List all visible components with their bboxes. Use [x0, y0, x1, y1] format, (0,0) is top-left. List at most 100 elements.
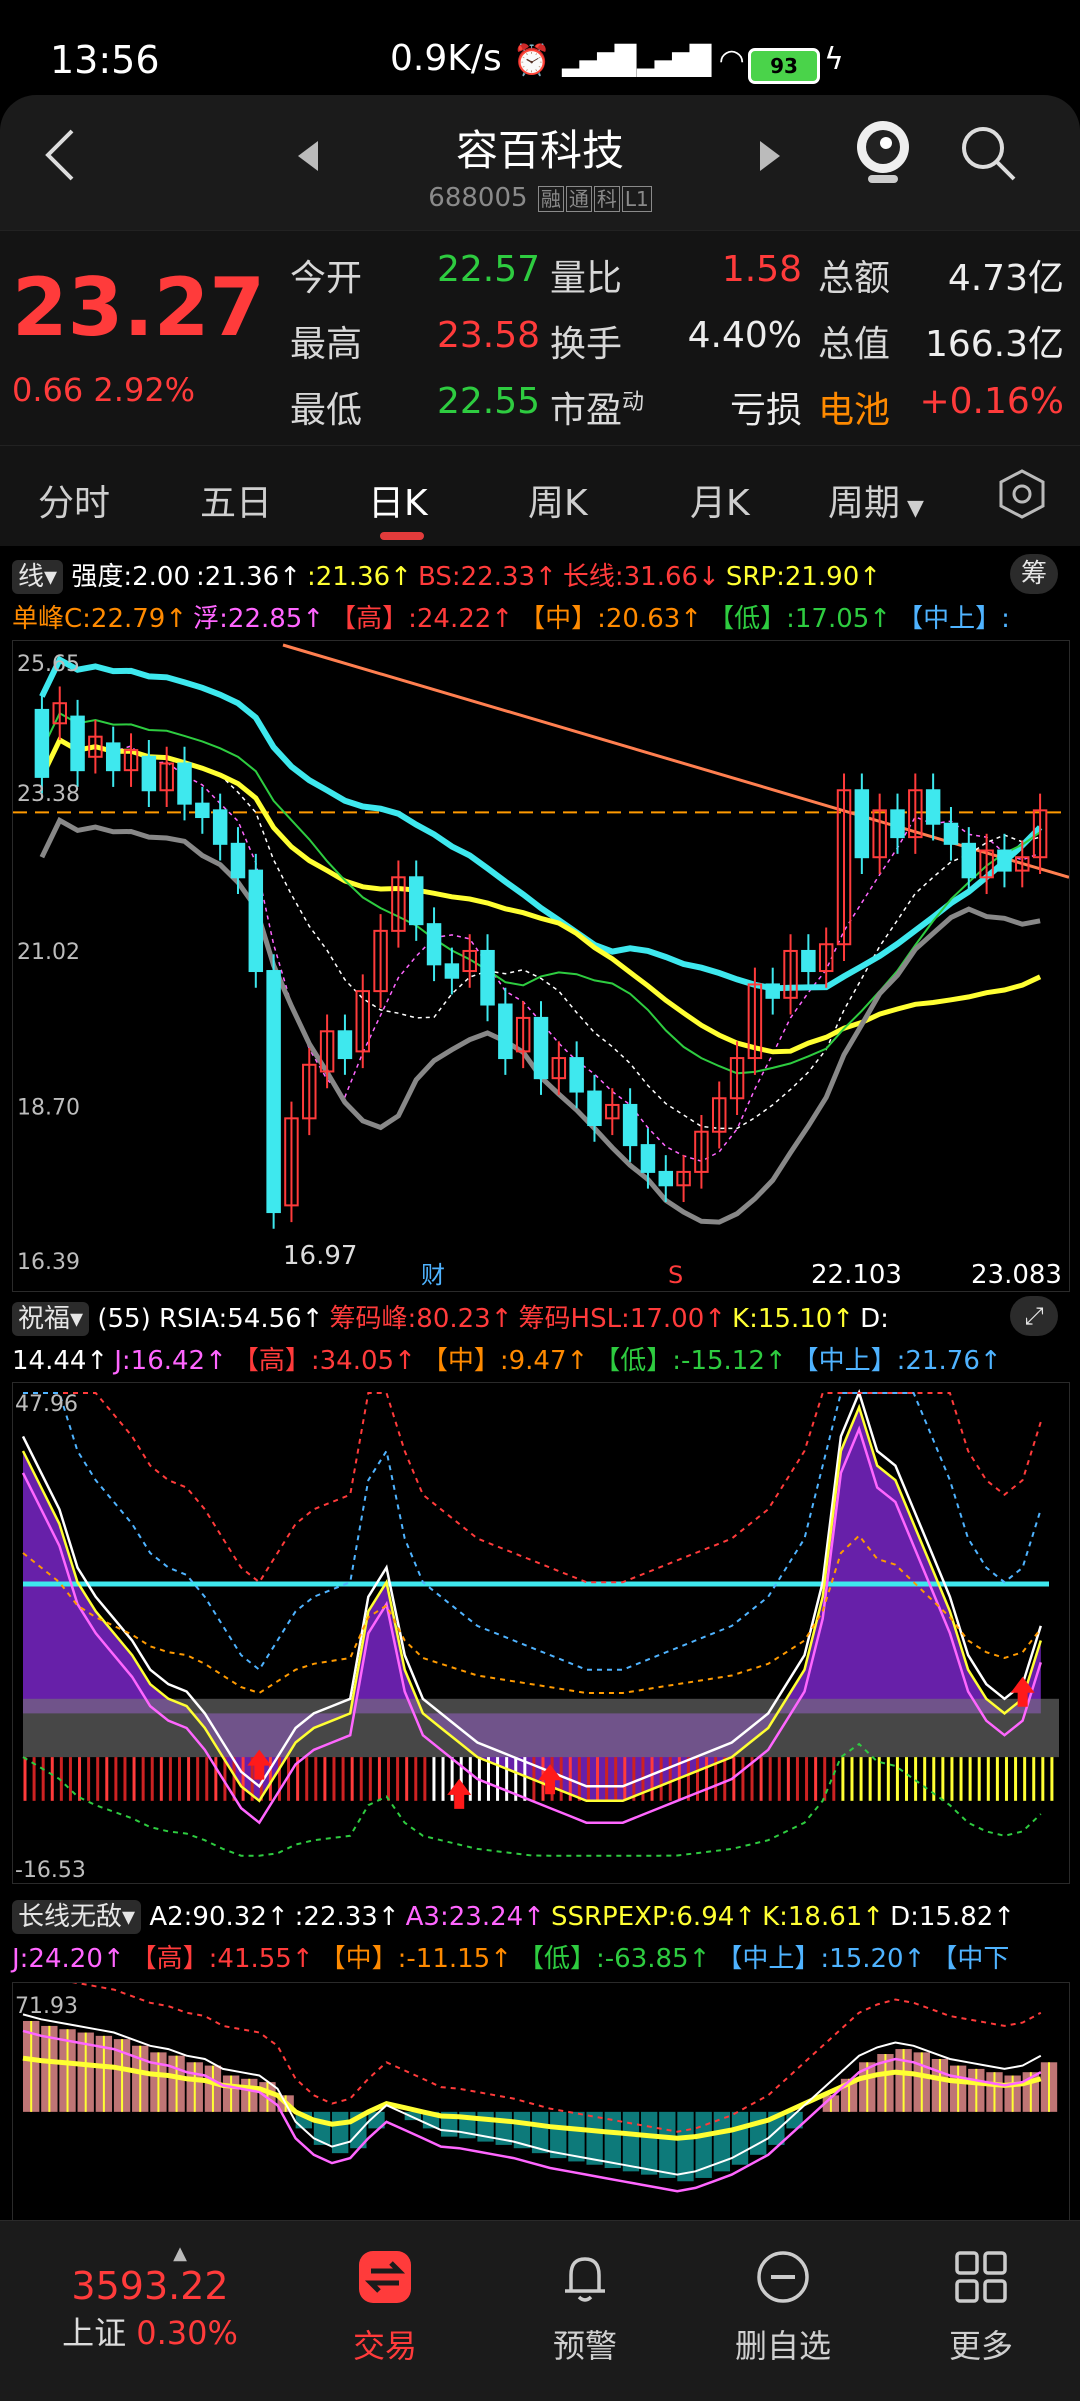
y-axis-label: -16.53 — [15, 1858, 86, 1883]
mascot-button[interactable] — [850, 113, 916, 191]
change-percent: 2.92% — [93, 371, 196, 409]
indicator-values-3a: A2:90.32↑:22.33↑ A3:23.24↑ SSRPEXP:6.94↑ K:… — [149, 1902, 1021, 1932]
tab-five-day[interactable]: 五日 — [200, 474, 272, 526]
histogram-bar — [640, 2111, 658, 2175]
tag-level1: L1 — [621, 186, 652, 212]
quote-value: +0.16% — [919, 381, 1064, 422]
tab-monthly-k[interactable]: 月K — [690, 474, 750, 526]
histogram-bar — [677, 2111, 694, 2182]
y-axis-label: 71.93 — [15, 1994, 78, 2019]
nav-remove-watchlist[interactable]: 删自选 — [708, 2249, 858, 2367]
bottom-navigation: ▲ 3593.22 上证 0.30% 交易 预警 删自选 更多 — [0, 2220, 1080, 2401]
chip-band — [23, 1698, 1059, 1758]
indicator-value: BS:22.33↑ — [417, 562, 557, 592]
oscillator-chart-2[interactable]: 71.93 — [12, 1970, 1070, 2222]
caret-up-icon: ▲ — [173, 2243, 187, 2264]
indicator-selector-3[interactable]: 长线无敌▾ — [12, 1900, 142, 1934]
chip-button[interactable]: 筹 — [1010, 554, 1058, 594]
y-axis-label: 23.38 — [17, 782, 80, 807]
candle-body — [658, 1170, 674, 1187]
candle-body — [444, 963, 460, 979]
indicator-selector-3-label: 长线无敌 — [18, 1902, 123, 1932]
last-price: 23.27 — [12, 261, 266, 354]
indicator-value: 【中】:-11.15↑ — [319, 1944, 513, 1974]
indicator-value: 筹码HSL:17.00↑ — [518, 1304, 727, 1334]
indicator-line-3a: 长线无敌▾ A2:90.32↑:22.33↑ A3:23.24↑ SSRPEXP:6… — [12, 1896, 1021, 1934]
indicator-selector-1-label: 线 — [18, 562, 45, 592]
quote-label: 电池 — [818, 390, 891, 431]
network-speed: 0.9K/s ⏰ ▂▄▆█ ▂▄▆█ ◠ — [390, 38, 745, 79]
settings-button[interactable] — [996, 468, 1048, 524]
mascot-icon — [857, 121, 909, 183]
next-stock-button[interactable] — [758, 139, 782, 177]
indicator-selector-1[interactable]: 线▾ — [12, 560, 64, 594]
bottom-value-left: 22.103 — [811, 1260, 902, 1290]
candle-body — [765, 983, 780, 999]
y-axis-label: 16.39 — [17, 1250, 80, 1275]
index-name: 上证 — [62, 2314, 127, 2352]
candle-body — [943, 822, 959, 845]
candle-body — [622, 1103, 638, 1147]
nav-alert[interactable]: 预警 — [510, 2249, 660, 2367]
index-row: 上证 0.30% — [40, 2308, 260, 2354]
quote-value: 4.73亿 — [947, 258, 1064, 299]
status-bar: 13:56 0.9K/s ⏰ ▂▄▆█ ▂▄▆█ ◠ 93 ϟ — [0, 0, 1080, 110]
nav-trade[interactable]: 交易 — [310, 2249, 460, 2367]
oscillator-chart-1[interactable]: 47.96 -16.53 — [12, 1382, 1070, 1884]
candle-body — [925, 789, 941, 825]
candle-body — [498, 1003, 513, 1060]
kline-chart[interactable]: 25.65 23.38 21.02 18.70 16.39 16.97 财 S 22.103 23… — [12, 640, 1070, 1292]
alarm-icon: ⏰ — [513, 43, 551, 78]
bell-icon — [565, 2257, 605, 2302]
indicator-value: 筹码峰:80.23↑ — [329, 1304, 513, 1334]
price-change: 0.66 2.92% — [12, 371, 195, 409]
histogram-bar — [568, 2111, 585, 2162]
candle-body — [997, 849, 1012, 872]
indicator-values-1a: 强度:2.00:21.36↑:21.36↑ BS:22.33↑ 长线:31.66↓ S… — [71, 562, 887, 592]
y-axis-label: 18.70 — [17, 1095, 80, 1120]
tab-period-dropdown[interactable]: 周期 ▼ — [828, 474, 924, 526]
remove-watchlist-icon — [757, 2251, 809, 2303]
indicator-line-3b: J:24.20↑ 【高】:41.55↑ 【中】:-11.15↑ 【低】:-63.85↑… — [12, 1938, 1015, 1975]
indicator-value: :21.36↑ — [306, 562, 412, 592]
candle-body — [248, 869, 264, 973]
stock-name: 容百科技 — [455, 126, 624, 175]
indicator-value: 【中上】: — [897, 604, 1010, 634]
indicator-value: 【低】:-15.12↑ — [594, 1346, 787, 1376]
indicator-selector-2[interactable]: 祝福▾ — [12, 1302, 90, 1336]
quote-value: 23.58 — [436, 315, 540, 356]
quote-label: 今开 — [290, 258, 363, 299]
tab-intraday[interactable]: 分时 — [38, 474, 110, 526]
market-index-widget[interactable]: ▲ 3593.22 上证 0.30% — [40, 2243, 260, 2354]
change-value: 0.66 — [12, 371, 84, 409]
nav-more[interactable]: 更多 — [906, 2249, 1056, 2367]
network-speed-text: 0.9K/s — [390, 38, 502, 79]
indicator-value: 【中】:9.47↑ — [421, 1346, 589, 1376]
candle-body — [640, 1144, 656, 1173]
indicator-header-2: 祝福▾ (55) RSIA:54.56↑ 筹码峰:80.23↑ 筹码HSL:17.0… — [0, 1292, 1080, 1380]
candle-body — [34, 708, 50, 778]
indicator-values-3b: J:24.20↑ 【高】:41.55↑ 【中】:-11.15↑ 【低】:-63.85↑… — [12, 1944, 1015, 1974]
indicator-value: 【低】:17.05↑ — [708, 604, 892, 634]
indicator-value: 单峰C:22.79↑ — [12, 604, 188, 634]
search-button[interactable] — [958, 123, 1018, 187]
index-value: 3593.22 — [71, 2264, 229, 2308]
indicator-value: 强度:2.00 — [71, 562, 190, 592]
nav-alert-label: 预警 — [552, 2327, 617, 2365]
indicator-value: K:15.10↑ — [732, 1304, 855, 1334]
expand-button[interactable]: ⤢ — [1010, 1296, 1058, 1336]
nav-remove-watchlist-label: 删自选 — [734, 2327, 831, 2365]
quote-value: 22.57 — [436, 249, 540, 290]
quote-value: 22.55 — [436, 381, 540, 422]
tab-daily-k[interactable]: 日K — [368, 474, 428, 526]
tab-weekly-k[interactable]: 周K — [528, 474, 588, 526]
quote-label: 总值 — [818, 324, 891, 365]
grid-icon — [955, 2251, 1007, 2303]
indicator-value: A3:23.24↑ — [405, 1902, 545, 1932]
y-axis-label: 21.02 — [17, 940, 80, 965]
signal-marker: S — [668, 1261, 683, 1289]
indicator-value: D:15.82↑ — [890, 1902, 1016, 1932]
charging-icon: ϟ — [824, 42, 844, 77]
histogram-bar — [586, 2111, 603, 2165]
quote-value: 亏损 — [729, 390, 802, 431]
